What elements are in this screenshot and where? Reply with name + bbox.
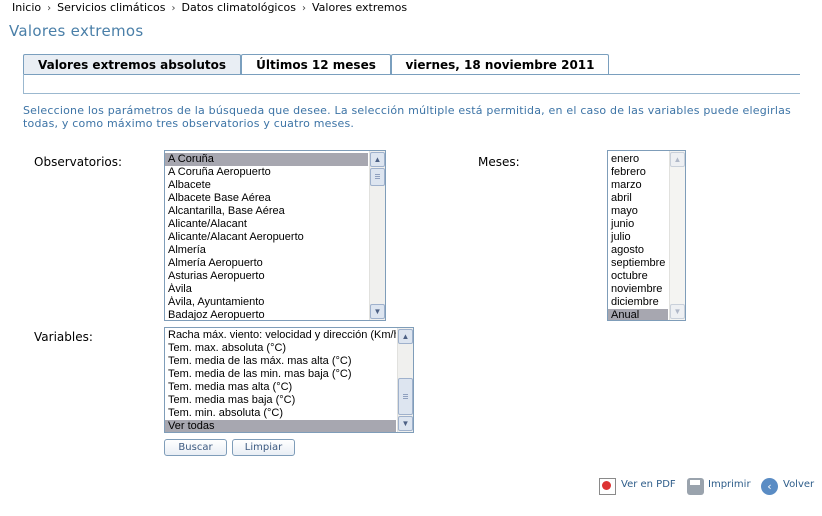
tab-ultimos-12-meses[interactable]: Últimos 12 meses [241, 54, 391, 74]
variables-option[interactable]: Tem. media de las min. mas baja (°C) [165, 368, 396, 381]
breadcrumb-item-inicio[interactable]: Inicio [12, 1, 41, 14]
tab-divider [23, 74, 800, 75]
meses-listbox[interactable]: enero febrero marzo abril mayo junio julio agos… [607, 150, 686, 321]
observatorios-option[interactable]: Almería Aeropuerto [165, 257, 368, 270]
printer-icon[interactable] [687, 478, 704, 495]
observatorios-option[interactable]: Ávila, Ayuntamiento [165, 296, 368, 309]
observatorios-option[interactable]: Ávila [165, 283, 368, 296]
breadcrumb-item-datos[interactable]: Datos climatológicos [182, 1, 296, 14]
observatorios-option[interactable]: Almería [165, 244, 368, 257]
pdf-icon[interactable] [599, 478, 616, 495]
observatorios-option[interactable]: Albacete [165, 179, 368, 192]
observatorios-listbox[interactable]: A Coruña A Coruña Aeropuerto Albacete Albac… [164, 150, 386, 321]
meses-option[interactable]: abril [608, 192, 668, 205]
variables-option[interactable]: Tem. min. absoluta (°C) [165, 407, 396, 420]
variables-listbox[interactable]: Racha máx. viento: velocidad y dirección… [164, 327, 414, 433]
breadcrumb-separator: › [47, 3, 52, 14]
breadcrumb-item-servicios[interactable]: Servicios climáticos [57, 1, 165, 14]
meses-option[interactable]: agosto [608, 244, 668, 257]
meses-option[interactable]: Anual [608, 309, 668, 320]
observatorios-option[interactable]: Asturias Aeropuerto [165, 270, 368, 283]
meses-label: Meses: [478, 155, 520, 169]
observatorios-label: Observatorios: [34, 155, 123, 169]
back-link[interactable]: Volver [783, 479, 814, 490]
observatorios-option[interactable]: A Coruña [165, 153, 368, 166]
scroll-thumb[interactable] [370, 168, 385, 186]
variables-option[interactable]: Tem. media mas alta (°C) [165, 381, 396, 394]
instructions-text: Seleccione los parámetros de la búsqueda… [23, 104, 791, 130]
observatorios-scrollbar[interactable]: ▲ ▼ [369, 151, 385, 320]
meses-option[interactable]: enero [608, 153, 668, 166]
observatorios-option[interactable]: Alcantarilla, Base Aérea [165, 205, 368, 218]
meses-scrollbar[interactable]: ▲ ▼ [669, 151, 685, 320]
meses-option[interactable]: marzo [608, 179, 668, 192]
meses-option[interactable]: septiembre [608, 257, 668, 270]
meses-option[interactable]: noviembre [608, 283, 668, 296]
tab-panel-border [23, 93, 800, 94]
breadcrumb-separator: › [302, 3, 306, 14]
variables-option[interactable]: Ver todas [165, 420, 396, 432]
scroll-up-icon[interactable]: ▲ [370, 152, 385, 167]
search-button[interactable]: Buscar [164, 439, 227, 456]
pdf-link[interactable]: Ver en PDF [621, 479, 676, 490]
observatorios-option[interactable]: Alicante/Alacant [165, 218, 368, 231]
breadcrumb-separator: › [171, 3, 176, 14]
variables-option[interactable]: Tem. max. absoluta (°C) [165, 342, 396, 355]
back-arrow-icon[interactable]: ‹ [761, 478, 778, 495]
variables-option[interactable]: Tem. media de las máx. mas alta (°C) [165, 355, 396, 368]
breadcrumb-item-current: Valores extremos [312, 1, 408, 14]
tab-panel-border [23, 74, 24, 94]
meses-option[interactable]: diciembre [608, 296, 668, 309]
observatorios-option[interactable]: Albacete Base Aérea [165, 192, 368, 205]
print-link[interactable]: Imprimir [708, 479, 751, 490]
variables-option[interactable]: Racha máx. viento: velocidad y dirección… [165, 329, 396, 342]
scroll-thumb[interactable] [398, 378, 413, 415]
scroll-up-icon[interactable]: ▲ [670, 152, 685, 167]
tab-bar: Valores extremos absolutos Últimos 12 me… [23, 54, 813, 75]
breadcrumb: Inicio › Servicios climáticos › Datos climat… [12, 1, 407, 14]
variables-option[interactable]: Tem. media mas baja (°C) [165, 394, 396, 407]
meses-option[interactable]: junio [608, 218, 668, 231]
observatorios-option[interactable]: Alicante/Alacant Aeropuerto [165, 231, 368, 244]
scroll-up-icon[interactable]: ▲ [398, 329, 413, 344]
clear-button[interactable]: Limpiar [232, 439, 295, 456]
observatorios-option[interactable]: Badajoz Aeropuerto [165, 309, 368, 320]
scroll-down-icon[interactable]: ▼ [670, 304, 685, 319]
variables-scrollbar[interactable]: ▲ ▼ [397, 328, 413, 432]
page-title: Valores extremos [9, 22, 144, 40]
meses-option[interactable]: mayo [608, 205, 668, 218]
observatorios-option[interactable]: A Coruña Aeropuerto [165, 166, 368, 179]
meses-option[interactable]: julio [608, 231, 668, 244]
scroll-down-icon[interactable]: ▼ [370, 304, 385, 319]
meses-option[interactable]: febrero [608, 166, 668, 179]
tab-fecha[interactable]: viernes, 18 noviembre 2011 [391, 54, 609, 74]
scroll-down-icon[interactable]: ▼ [398, 416, 413, 431]
tab-valores-absolutos[interactable]: Valores extremos absolutos [23, 54, 241, 75]
meses-option[interactable]: octubre [608, 270, 668, 283]
variables-label: Variables: [34, 330, 93, 344]
